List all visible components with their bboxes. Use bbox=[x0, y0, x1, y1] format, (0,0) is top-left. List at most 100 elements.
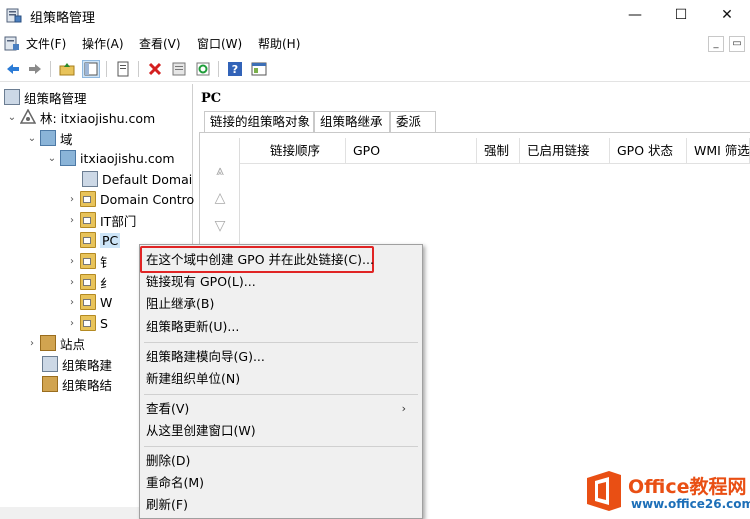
collapse-icon[interactable]: ⌄ bbox=[26, 133, 38, 144]
office-logo-icon bbox=[587, 471, 621, 511]
ou-folder-icon bbox=[80, 253, 96, 269]
tree-item-gpo-results[interactable]: 组策略结 bbox=[40, 374, 112, 394]
tree-item-default-domain-policy[interactable]: Default Domai bbox=[80, 169, 192, 189]
col-enforced[interactable]: 强制 bbox=[477, 138, 520, 164]
menu-view[interactable]: 查看(V) bbox=[139, 35, 181, 52]
menu-help[interactable]: 帮助(H) bbox=[258, 35, 300, 52]
tree-item-forest[interactable]: ⌄ 林: itxiaojishu.com bbox=[6, 107, 155, 127]
tree-label-forest: 林: itxiaojishu.com bbox=[40, 110, 156, 126]
window-title: 组策略管理 bbox=[30, 11, 96, 26]
menu-action[interactable]: 操作(A) bbox=[82, 35, 124, 52]
expand-icon[interactable]: › bbox=[26, 338, 38, 349]
menu-item-refresh[interactable]: 刷新(F) bbox=[146, 494, 188, 516]
menu-separator bbox=[144, 342, 418, 343]
menu-item-gp-update[interactable]: 组策略更新(U)... bbox=[146, 316, 239, 338]
properties-icon[interactable] bbox=[114, 60, 132, 78]
menu-item-create-gpo-link[interactable]: 在这个域中创建 GPO 并在此处链接(C)... bbox=[146, 249, 374, 271]
menu-item-new-ou[interactable]: 新建组织单位(N) bbox=[146, 368, 240, 390]
maximize-button[interactable]: ☐ bbox=[658, 0, 704, 30]
tree-item-gpo-modeling[interactable]: 组策略建 bbox=[40, 354, 112, 374]
expand-icon[interactable]: › bbox=[66, 277, 78, 288]
minimize-button[interactable]: — bbox=[612, 0, 658, 30]
submenu-arrow-icon: › bbox=[401, 402, 406, 415]
col-wmi-filter[interactable]: WMI 筛选 bbox=[687, 138, 750, 164]
tree-item-domain[interactable]: ⌄ itxiaojishu.com bbox=[46, 148, 175, 168]
move-up-icon[interactable]: △ bbox=[209, 187, 231, 209]
svg-text:?: ? bbox=[232, 63, 238, 76]
watermark-title: Office教程网 bbox=[628, 476, 747, 498]
close-button[interactable]: ✕ bbox=[704, 0, 750, 30]
sites-icon bbox=[40, 335, 56, 351]
watermark: Office教程网 www.office26.com bbox=[583, 464, 750, 519]
expand-icon[interactable]: › bbox=[66, 194, 78, 205]
move-down-icon[interactable]: ▽ bbox=[209, 215, 231, 237]
tree-label-root: 组策略管理 bbox=[24, 90, 87, 106]
modeling-icon bbox=[42, 356, 58, 372]
tree-item-it-dept[interactable]: › IT部门 bbox=[66, 210, 136, 230]
tab-linked-gpos[interactable]: 链接的组策略对象 bbox=[204, 111, 314, 132]
page-title: PC bbox=[201, 91, 222, 106]
forward-arrow-icon[interactable] bbox=[26, 60, 44, 78]
console-menu-icon[interactable] bbox=[4, 35, 20, 51]
tree-item-root[interactable]: 组策略管理 bbox=[2, 87, 87, 107]
collapse-icon[interactable]: ⌄ bbox=[46, 153, 58, 164]
menu-window[interactable]: 窗口(W) bbox=[197, 35, 242, 52]
expand-icon[interactable]: › bbox=[66, 215, 78, 226]
ou-folder-icon bbox=[80, 274, 96, 290]
forest-icon bbox=[19, 108, 37, 125]
tree-item-pc[interactable]: PC bbox=[66, 230, 121, 250]
gpo-link-icon bbox=[82, 171, 98, 187]
mdi-minimize-button[interactable]: _ bbox=[708, 36, 724, 52]
menu-item-view[interactable]: 查看(V) › bbox=[146, 398, 418, 420]
tree-item-ou-8[interactable]: › S bbox=[66, 313, 108, 333]
delete-icon[interactable] bbox=[146, 60, 164, 78]
tab-inheritance[interactable]: 组策略继承 bbox=[314, 111, 390, 132]
mdi-restore-button[interactable]: ▭ bbox=[729, 36, 745, 52]
menu-separator bbox=[144, 394, 418, 395]
col-link-enabled[interactable]: 已启用链接 bbox=[520, 138, 610, 164]
ou-folder-icon bbox=[80, 191, 96, 207]
menu-item-block-inheritance[interactable]: 阻止继承(B) bbox=[146, 293, 214, 315]
menu-item-modeling-wizard[interactable]: 组策略建模向导(G)... bbox=[146, 346, 265, 368]
tab-delegation[interactable]: 委派 bbox=[390, 111, 436, 132]
toolbar: ? bbox=[0, 56, 750, 82]
show-hide-tree-icon[interactable] bbox=[82, 60, 100, 78]
ou-folder-icon bbox=[80, 212, 96, 228]
menu-item-rename[interactable]: 重命名(M) bbox=[146, 472, 204, 494]
move-top-icon[interactable]: ⩓ bbox=[209, 160, 231, 182]
domains-folder-icon bbox=[40, 130, 56, 146]
tree-item-domain-controllers[interactable]: › Domain Contro bbox=[66, 189, 194, 209]
menu-separator bbox=[144, 446, 418, 447]
results-icon bbox=[42, 376, 58, 392]
col-gpo-status[interactable]: GPO 状态 bbox=[610, 138, 687, 164]
col-gpo[interactable]: GPO bbox=[346, 138, 477, 164]
expand-icon[interactable]: › bbox=[66, 318, 78, 329]
group-policy-app-icon bbox=[6, 8, 22, 23]
col-link-order[interactable]: 链接顺序 bbox=[240, 138, 346, 164]
menu-item-link-existing-gpo[interactable]: 链接现有 GPO(L)... bbox=[146, 271, 256, 293]
tree-label-domains: 域 bbox=[60, 131, 73, 147]
watermark-url: www.office26.com bbox=[631, 497, 750, 511]
up-folder-icon[interactable] bbox=[58, 60, 76, 78]
tree-item-domains[interactable]: ⌄ 域 bbox=[26, 128, 73, 148]
tree-item-sites[interactable]: › 站点 bbox=[26, 333, 85, 353]
tree-item-ou-6[interactable]: › 纟 bbox=[66, 272, 113, 292]
console-icon[interactable] bbox=[250, 60, 268, 78]
export-list-icon[interactable] bbox=[170, 60, 188, 78]
expand-icon[interactable]: › bbox=[66, 297, 78, 308]
menu-file[interactable]: 文件(F) bbox=[26, 35, 66, 52]
tree-item-ou-5[interactable]: › 钅 bbox=[66, 251, 113, 271]
ou-folder-icon bbox=[80, 232, 96, 248]
menu-item-delete[interactable]: 删除(D) bbox=[146, 450, 190, 472]
back-arrow-icon[interactable] bbox=[4, 60, 22, 78]
refresh-icon[interactable] bbox=[194, 60, 212, 78]
domain-icon bbox=[60, 150, 76, 166]
menu-item-new-window[interactable]: 从这里创建窗口(W) bbox=[146, 420, 256, 442]
ou-folder-icon bbox=[80, 315, 96, 331]
group-policy-management-icon bbox=[4, 89, 20, 105]
collapse-icon[interactable]: ⌄ bbox=[6, 112, 18, 123]
tree-item-ou-7[interactable]: › W bbox=[66, 292, 112, 312]
ou-folder-icon bbox=[80, 294, 96, 310]
expand-icon[interactable]: › bbox=[66, 256, 78, 267]
help-icon[interactable]: ? bbox=[226, 60, 244, 78]
